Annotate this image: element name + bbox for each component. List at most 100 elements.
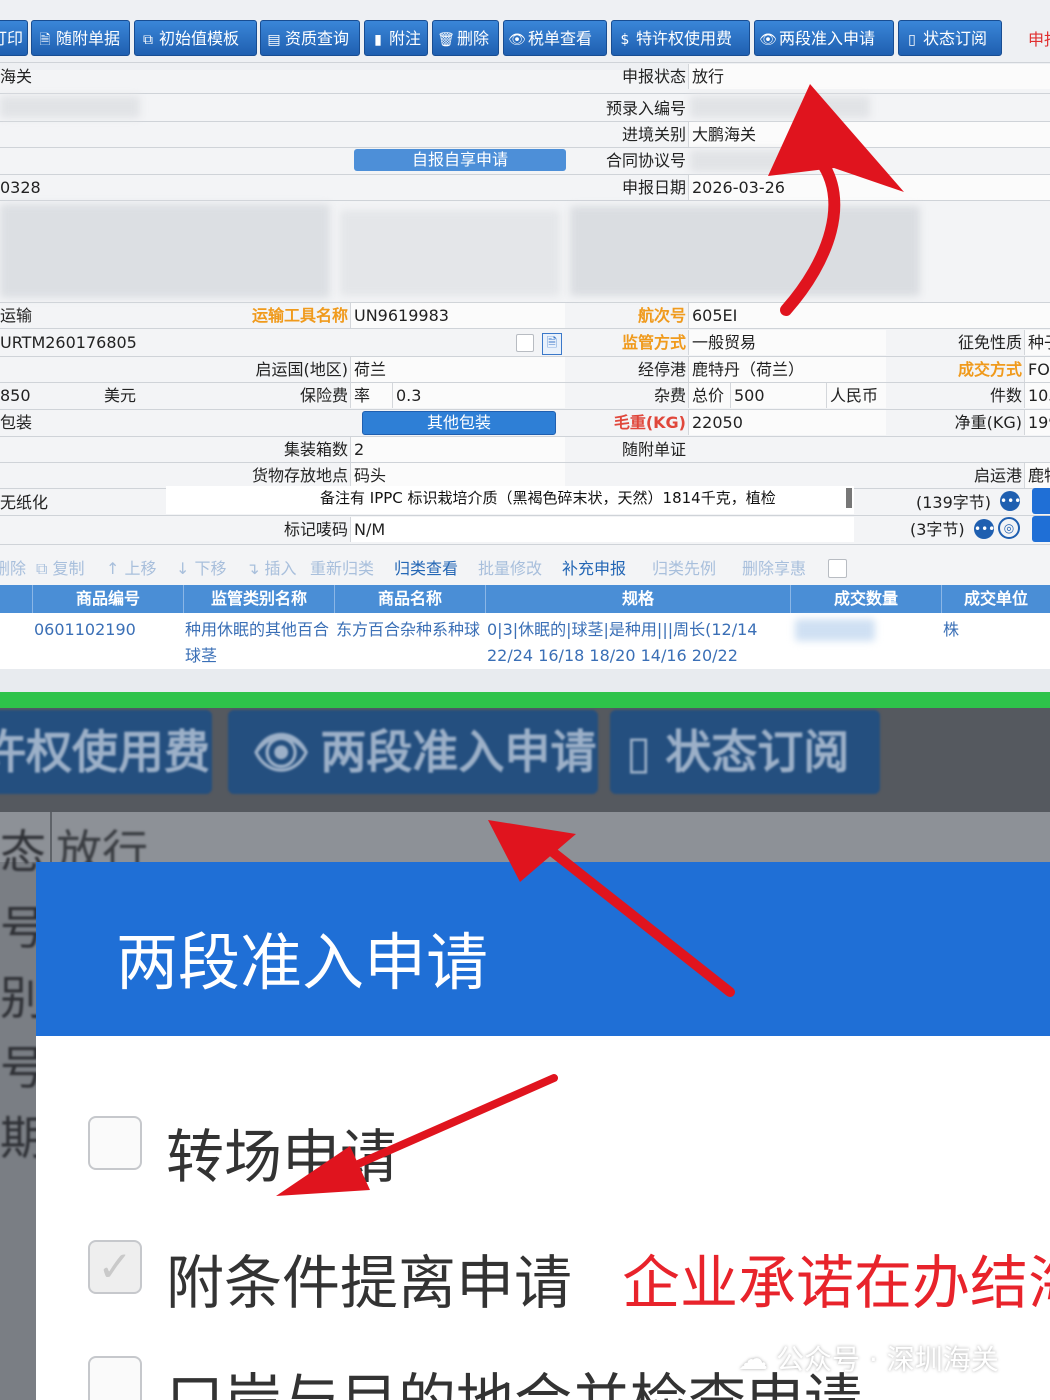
conditional-option-label: 附条件提离申请 [166,1249,573,1317]
insurance-value: 0.3 [392,383,565,408]
zoom-royalty-button[interactable]: 许权使用费 [0,710,212,794]
document-icon: 🗎 [39,32,51,48]
two-stage-button[interactable]: 👁 两段准入申请 [754,20,894,56]
goods-unit: 株 [943,620,960,639]
port-checkbox[interactable] [88,1356,142,1400]
voyage-label: 航次号 [637,306,686,325]
goods-checkbox[interactable] [828,559,847,578]
green-divider [0,692,1050,708]
tax-nature-label: 征免性质 [957,333,1022,352]
header-cell: 成交单位 [963,589,1028,608]
remark-text: 备注有 IPPC 标识栽培介质（黑褐色碎末状，天然）1814千克，植检 [320,489,776,507]
main-toolbar: 打印 🗎随附单据 ⧉初始值模板 ▤资质查询 ▮附注 🗑删除 👁税单查看 $特许权… [0,0,1050,70]
goods-down-button[interactable]: ↓ 下移 [176,556,227,582]
delete-button[interactable]: 🗑 删除 [432,20,499,56]
self-report-button[interactable]: 自报自享申请 [354,149,566,171]
notes-button[interactable]: ▮ 附注 [364,20,428,56]
conditional-checkbox[interactable]: ✓ [88,1240,142,1294]
declare-date-label: 申报日期 [621,178,686,197]
other-package-button[interactable]: 其他包装 [362,411,556,435]
watermark-text: 公众号 · 深圳海关 [776,1343,999,1376]
transit-port-value: 鹿特丹（荷兰） [688,357,886,382]
goods-up-button[interactable]: ↑ 上移 [106,556,157,582]
header-cell: 成交数量 [791,585,942,613]
qualification-query-button[interactable]: ▤ 资质查询 [260,20,360,56]
pieces-value: 105 [1024,383,1050,408]
misc-currency: 人民币 [826,383,886,408]
header-cell: 商品名称 [335,585,486,613]
goods-delete-discount-button[interactable]: 删除享惠 [742,556,806,582]
mark-value[interactable]: N/M [350,517,854,542]
header-cell: 商品编号 [33,585,184,613]
bill-number: URTM260176805 [0,333,137,352]
arrow-down-icon: ↓ [176,559,195,578]
table-row[interactable]: 0601102190 种用休眠的其他百合球茎 东方百合杂种系种球 0|3|休眠的… [0,613,1050,669]
wechat-icon: ☁ [738,1342,768,1377]
deal-method-label: 成交方式 [957,360,1022,379]
goods-spec: 0|3|休眠的|球茎|是种用|||周长(12/14 22/24 16/18 18… [487,620,758,665]
more-icon[interactable]: ••• [1000,491,1021,511]
print-button[interactable]: 打印 [0,20,28,56]
supervision-value: 一般贸易 [688,330,886,355]
origin-country-label: 启运国(地区) [255,360,349,379]
insurance-rate: 率 [350,383,392,408]
initial-template-label: 初始值模板 [159,29,240,48]
goods-code: 0601102190 [34,620,136,639]
goods-supplement-button[interactable]: 补充申报 [562,556,626,582]
goods-reclassify-button[interactable]: 重新归类 [310,556,374,582]
remark-action-button[interactable] [1032,488,1050,514]
net-weight-value: 199 [1024,410,1050,435]
goods-insert-button[interactable]: ↴ 插入 [246,556,297,582]
overflow-label: 申报 [1028,30,1050,49]
redacted-field [0,96,140,118]
transfer-checkbox[interactable] [88,1116,142,1170]
header-cell: 规格 [486,585,791,613]
gross-weight-value: 22050 [688,410,886,435]
goods-copy-label: 复制 [52,559,85,578]
qualification-query-label: 资质查询 [285,29,350,48]
zoom-two-stage-button[interactable]: 👁 两段准入申请 [228,710,598,794]
royalty-button[interactable]: $ 特许权使用费 [611,20,750,56]
transport-tool-label: 运输工具名称 [251,306,348,325]
remark-left: 无纸化 [0,493,49,512]
misc-type: 总价 [688,383,730,408]
goods-delete-button[interactable]: 删除 [0,556,26,582]
container-value: 2 [350,437,565,462]
bill-checkbox[interactable] [516,334,534,352]
more-icon[interactable]: ••• [974,519,995,539]
goods-classify-view-button[interactable]: 归类查看 [394,556,458,582]
freight-value: 850 [0,386,31,405]
two-stage-label: 两段准入申请 [779,29,876,48]
header-cell [0,585,33,613]
header-cell: 监管类别名称 [184,585,335,613]
status-subscribe-button[interactable]: ▯ 状态订阅 [898,20,1002,56]
depart-port-value: 鹿特 [1024,463,1050,488]
zoom-status-subscribe-button[interactable]: ▯ 状态订阅 [610,710,880,794]
package-left: 包装 [0,413,33,432]
print-label: 打印 [0,29,24,48]
attached-docs-button[interactable]: 🗎 随附单据 [31,20,130,56]
trash-icon: 🗑 [437,32,455,48]
goods-batch-edit-button[interactable]: 批量修改 [478,556,542,582]
gross-weight-label: 毛重(KG) [613,413,686,432]
insurance-label: 保险费 [299,386,348,405]
misc-value: 500 [730,383,826,408]
tax-view-button[interactable]: 👁 税单查看 [503,20,607,56]
mark-action-button[interactable] [1032,516,1050,542]
goods-up-label: 上移 [124,559,157,578]
insert-icon: ↴ [246,559,265,578]
initial-template-button[interactable]: ⧉ 初始值模板 [134,20,257,56]
redacted-quantity [795,619,875,641]
transit-port-label: 经停港 [637,360,686,379]
attached-cert-label: 随附单证 [621,440,686,459]
goods-classify-example-button[interactable]: 归类先例 [652,556,716,582]
doc-icon[interactable]: 🗎 [542,333,562,355]
row5-left-value: 0328 [0,178,41,197]
delete-label: 删除 [457,29,490,48]
contract-label: 合同协议号 [605,151,686,170]
target-icon[interactable]: ◎ [998,517,1020,539]
dollar-icon: $ [620,32,630,48]
customs-field: 海关 [0,67,33,86]
goods-name: 东方百合杂种系种球 [336,620,481,639]
goods-copy-button[interactable]: ⧉ 复制 [36,556,85,582]
